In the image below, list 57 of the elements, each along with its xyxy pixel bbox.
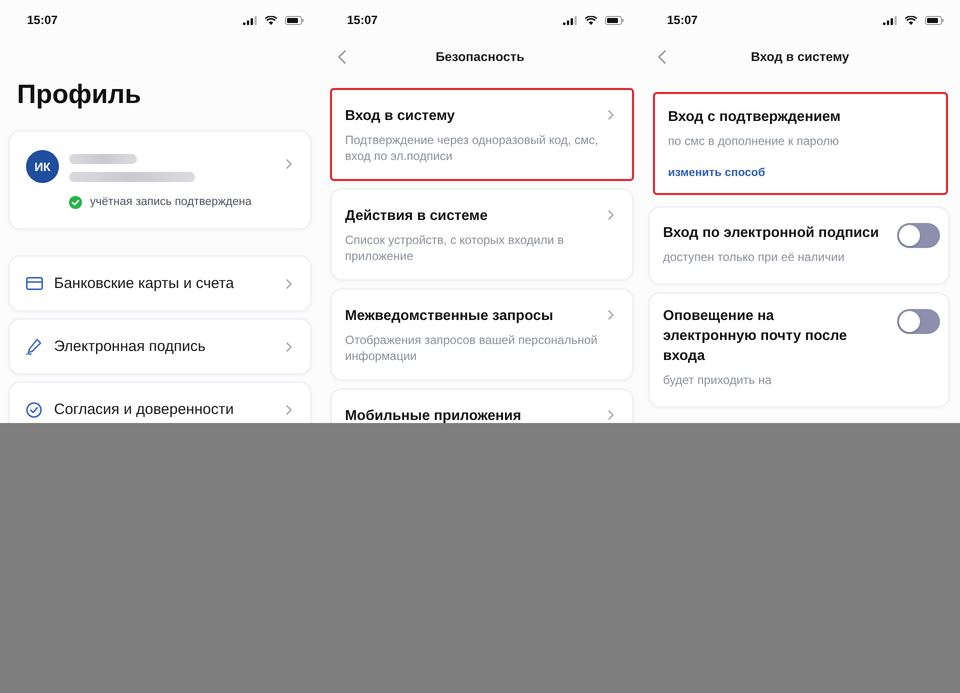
chevron-right-icon xyxy=(286,342,292,352)
avatar: ИК xyxy=(26,150,59,183)
card-description: Отображения запросов вашей персональной информации xyxy=(345,332,598,364)
toggle-switch[interactable] xyxy=(897,223,940,248)
chevron-right-icon xyxy=(608,310,614,320)
card-title: Межведомственные запросы xyxy=(345,307,554,325)
menu-card[interactable]: Действия в системе Список устройств, с которых входили в приложение xyxy=(330,188,634,281)
chevron-right-icon xyxy=(286,278,292,289)
card-title: Вход в систему xyxy=(345,107,456,125)
menu-label: Банковские карты и счета xyxy=(54,274,235,294)
card-title: Действия в системе xyxy=(345,207,489,225)
card-description: по смс в дополнение к паролю xyxy=(668,133,840,149)
screen-title: Вход в систему xyxy=(750,49,850,64)
toggle-switch[interactable] xyxy=(897,309,940,334)
chevron-right-icon xyxy=(608,210,614,220)
account-status: учётная запись подтверждена xyxy=(90,195,252,210)
card-icon xyxy=(26,277,42,290)
back-icon xyxy=(658,50,666,64)
setting-title: Оповещение на электронную почту после входа xyxy=(663,307,848,366)
profile-card[interactable]: ИК учётная запись подтверждена xyxy=(8,130,312,230)
status-time: 15:07 xyxy=(27,12,58,29)
chevron-right-icon xyxy=(286,404,292,415)
wifi-icon xyxy=(265,16,277,24)
menu-label: Электронная подпись xyxy=(54,336,207,356)
page-title: Профиль xyxy=(16,78,142,110)
chevron-right-icon xyxy=(608,110,614,120)
signal-icon xyxy=(883,16,897,24)
wifi-icon xyxy=(585,16,597,24)
signal-icon xyxy=(243,16,257,24)
back-icon xyxy=(338,50,346,64)
setting-description: доступен только при её наличии xyxy=(663,249,846,265)
battery-icon xyxy=(605,16,624,24)
chevron-right-icon xyxy=(608,410,614,420)
menu-card[interactable]: Вход в систему Подтверждение через одноразовый код, смс, вход по эл.подписи xyxy=(330,88,634,181)
menu-label: Согласия и доверенности xyxy=(54,400,235,420)
change-method-link[interactable]: изменить способ xyxy=(668,165,766,181)
menu-card[interactable]: Межведомственные запросы Отображения запросов вашей персональной информации xyxy=(330,288,634,381)
setting-description: будет приходить на xyxy=(663,372,773,388)
menu-item[interactable]: Электронная подпись xyxy=(8,318,312,376)
card-title: Мобильные приложения xyxy=(345,407,522,423)
screen-title: Безопасность xyxy=(436,49,524,64)
menu-item[interactable]: Банковские карты и счета xyxy=(8,255,312,312)
status-time: 15:07 xyxy=(667,12,698,29)
check-circle-icon xyxy=(26,402,42,418)
chevron-right-icon xyxy=(286,159,292,169)
card-description: Подтверждение через одноразовый код, смс, вход по эл.подписи xyxy=(345,132,600,164)
signal-icon xyxy=(563,16,577,24)
card-title: Вход с подтверждением xyxy=(668,108,842,126)
status-time: 15:07 xyxy=(347,12,378,29)
card-description: Список устройств, с которых входили в приложение xyxy=(345,232,565,264)
wifi-icon xyxy=(905,16,917,24)
battery-icon xyxy=(925,16,944,24)
menu-item[interactable]: Согласия и доверенности xyxy=(8,381,312,423)
battery-icon xyxy=(285,16,304,24)
setting-title: Вход по электронной подписи xyxy=(663,224,880,243)
menu-card[interactable]: Мобильные приложения xyxy=(330,388,634,423)
pen-icon xyxy=(26,338,42,356)
